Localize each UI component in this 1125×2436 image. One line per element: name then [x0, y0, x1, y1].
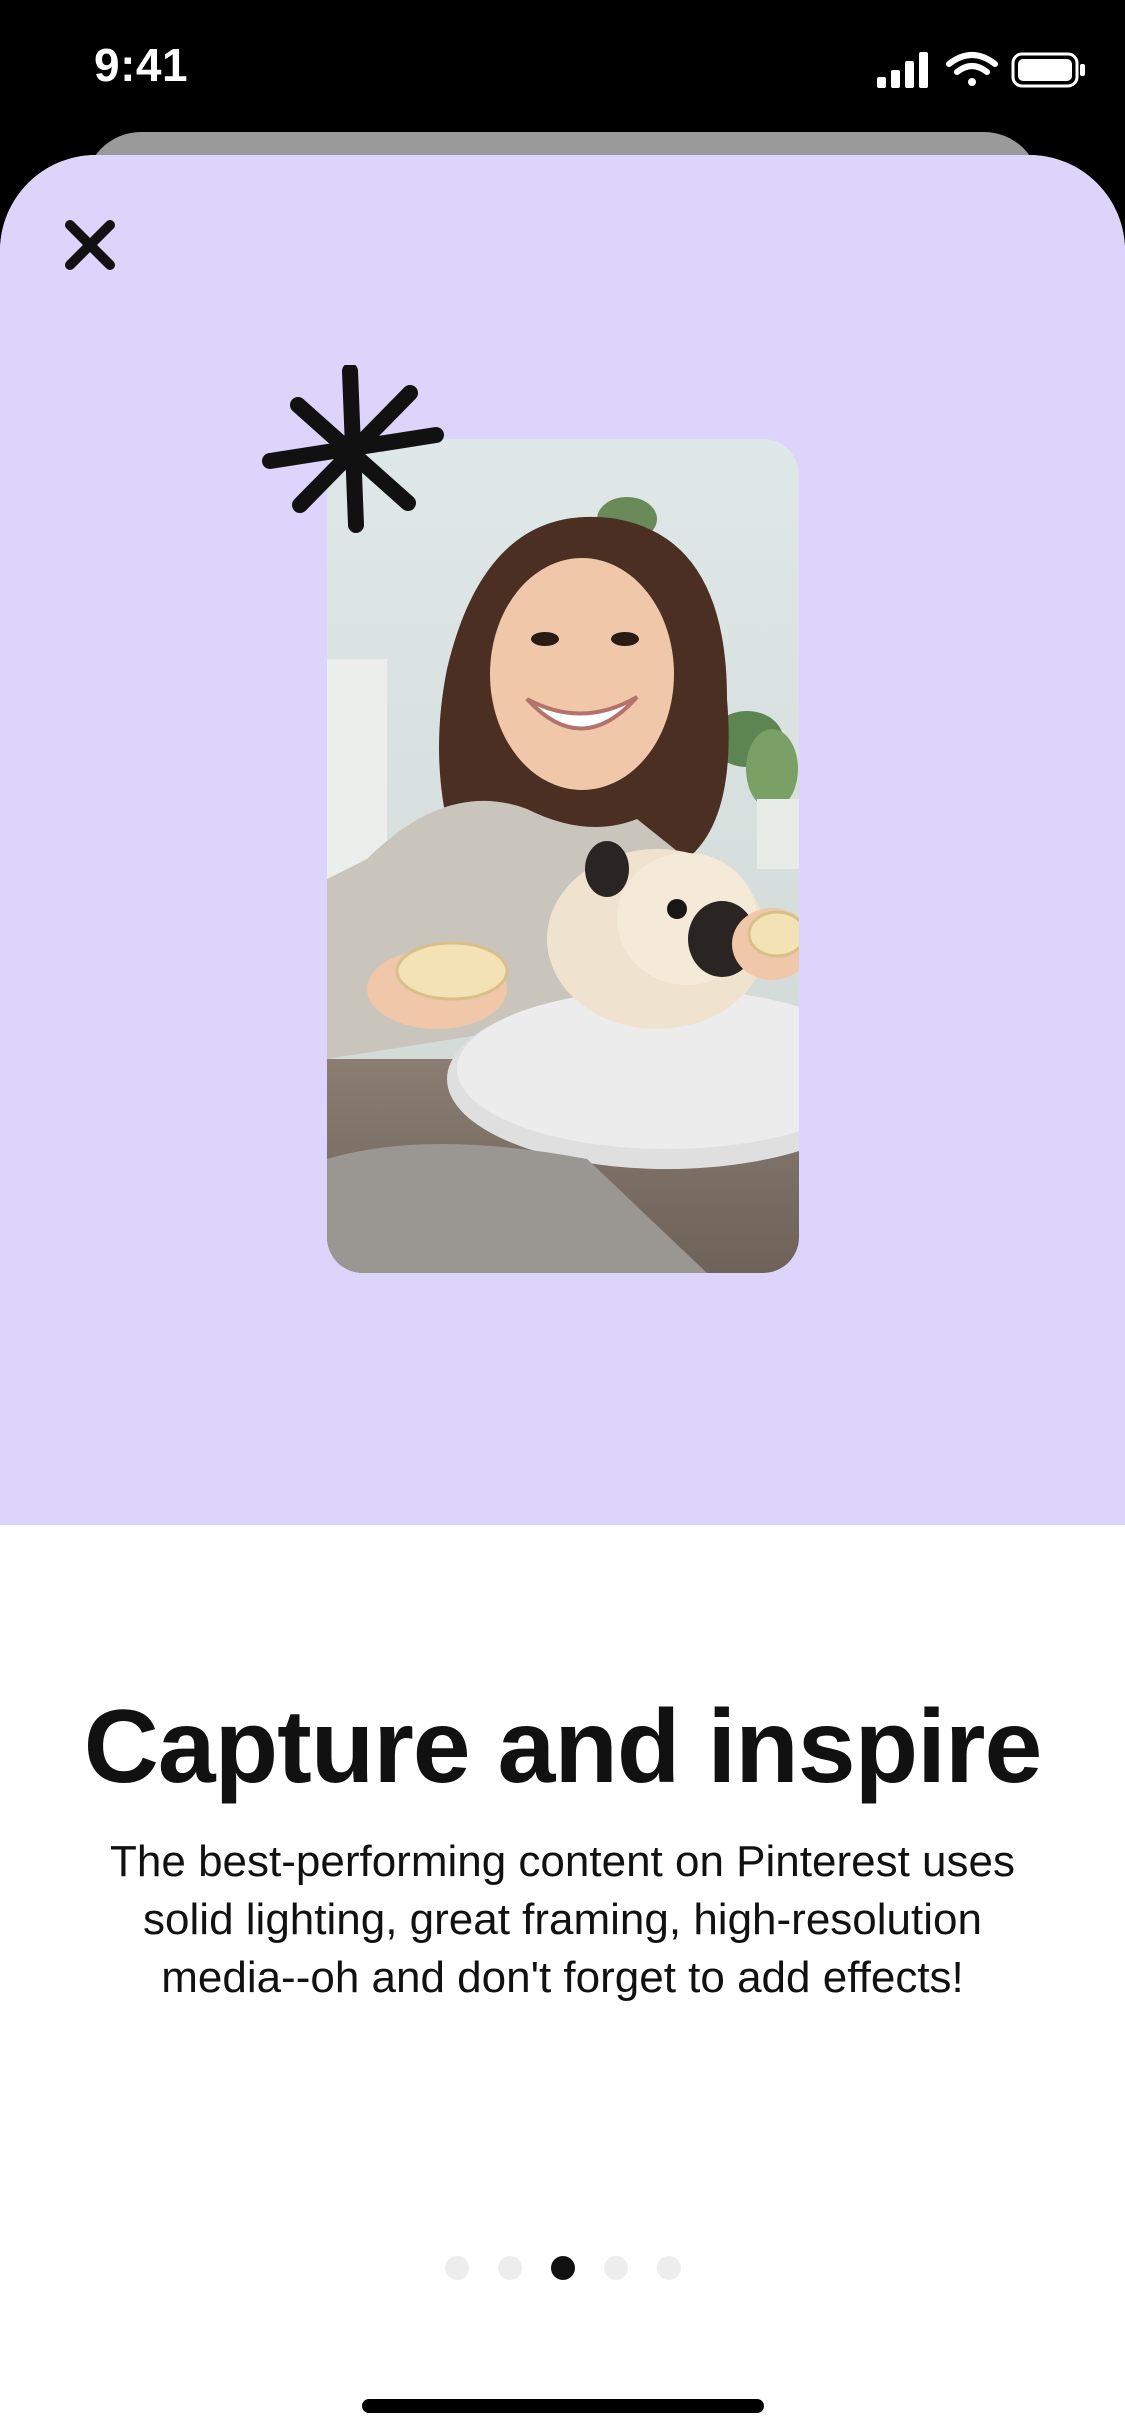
status-icons	[877, 52, 1085, 88]
battery-icon	[1011, 52, 1085, 88]
page-dot-5[interactable]	[656, 2256, 681, 2280]
hero-section	[0, 155, 1125, 1525]
hero-photo	[327, 439, 799, 1273]
asterisk-icon	[262, 365, 444, 533]
page-dot-1[interactable]	[444, 2256, 469, 2280]
description-text: The best-performing content on Pinterest…	[110, 1837, 1015, 2002]
status-time: 9:41	[94, 39, 189, 91]
page-dot-3-active[interactable]	[550, 2256, 575, 2280]
page-dot-2[interactable]	[497, 2256, 522, 2280]
close-icon	[65, 220, 115, 270]
page-dot-4[interactable]	[603, 2256, 628, 2280]
page-indicator	[0, 2256, 1125, 2286]
cellular-signal-icon	[877, 52, 928, 88]
page-title: Capture and inspire	[83, 1689, 1043, 1805]
home-indicator[interactable]	[362, 2399, 764, 2413]
hero-photo-illustration	[327, 439, 799, 1273]
wifi-icon	[946, 52, 998, 86]
close-button[interactable]	[50, 205, 130, 285]
status-bar: 9:41	[0, 0, 1125, 140]
onboarding-sheet: Capture and inspire The best-performing …	[0, 155, 1125, 2436]
